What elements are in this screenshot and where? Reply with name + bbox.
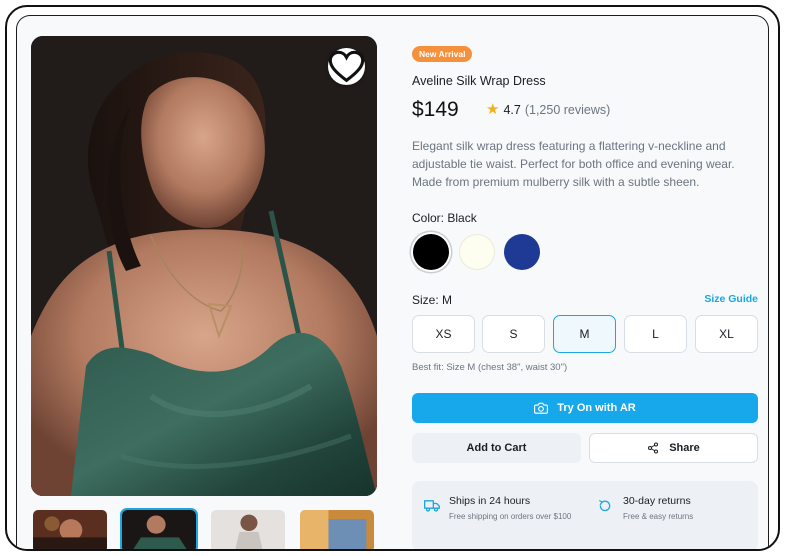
- wishlist-button[interactable]: [328, 48, 365, 85]
- thumbnail-1[interactable]: [31, 508, 109, 549]
- star-icon: ★: [486, 101, 500, 118]
- size-option-s[interactable]: S: [482, 315, 545, 353]
- size-option-xl[interactable]: XL: [695, 315, 758, 353]
- shipping-returns-panel: Ships in 24 hours Free shipping on order…: [412, 481, 758, 549]
- product-description: Elegant silk wrap dress featuring a flat…: [412, 139, 735, 189]
- size-option-m[interactable]: M: [553, 315, 616, 353]
- shipping-subtitle: Free shipping on orders over $100: [449, 512, 572, 521]
- app-frame: New Arrival Aveline Silk Wrap Dress $149…: [5, 5, 780, 551]
- product-title: Aveline Silk Wrap Dress: [412, 74, 546, 88]
- rating-score: 4.7: [503, 102, 521, 117]
- main-product-image[interactable]: [31, 36, 377, 496]
- swatch-navy[interactable]: [504, 234, 540, 270]
- new-arrival-badge: New Arrival: [412, 46, 473, 62]
- share-button[interactable]: Share: [589, 433, 758, 463]
- size-option-l[interactable]: L: [624, 315, 687, 353]
- review-count: (1,250 reviews): [524, 102, 611, 117]
- swatch-black[interactable]: [413, 234, 449, 270]
- size-label: Size: M: [412, 293, 453, 307]
- shipping-title: Ships in 24 hours: [449, 495, 531, 507]
- share-icon: [648, 442, 659, 454]
- rating-summary[interactable]: ★ 4.7 (1,250 reviews): [486, 102, 610, 117]
- heart-icon: [328, 50, 365, 83]
- thumbnail-strip: [31, 508, 377, 549]
- product-page: New Arrival Aveline Silk Wrap Dress $149…: [16, 15, 769, 549]
- color-label: Color: Black: [412, 211, 477, 225]
- try-on-label: Try On with AR: [557, 402, 636, 414]
- thumbnail-4[interactable]: [298, 508, 376, 549]
- truck-icon: [424, 500, 440, 512]
- refresh-icon: [599, 500, 611, 512]
- camera-icon: [534, 402, 549, 414]
- thumbnail-2-selected[interactable]: [120, 508, 198, 549]
- swatch-cream[interactable]: [459, 234, 495, 270]
- product-price: $149: [412, 98, 459, 121]
- size-option-xs[interactable]: XS: [412, 315, 475, 353]
- returns-subtitle: Free & easy returns: [623, 512, 694, 521]
- product-details: New Arrival Aveline Silk Wrap Dress $149…: [412, 16, 758, 549]
- fit-recommendation: Best fit: Size M (chest 38", waist 30"): [412, 362, 568, 373]
- add-to-cart-button[interactable]: Add to Cart: [412, 433, 581, 463]
- returns-title: 30-day returns: [623, 495, 691, 507]
- model-photo: [31, 36, 377, 496]
- share-label: Share: [669, 442, 700, 454]
- size-guide-link[interactable]: Size Guide: [704, 293, 758, 305]
- thumbnail-3[interactable]: [209, 508, 287, 549]
- try-on-ar-button[interactable]: Try On with AR: [412, 393, 758, 423]
